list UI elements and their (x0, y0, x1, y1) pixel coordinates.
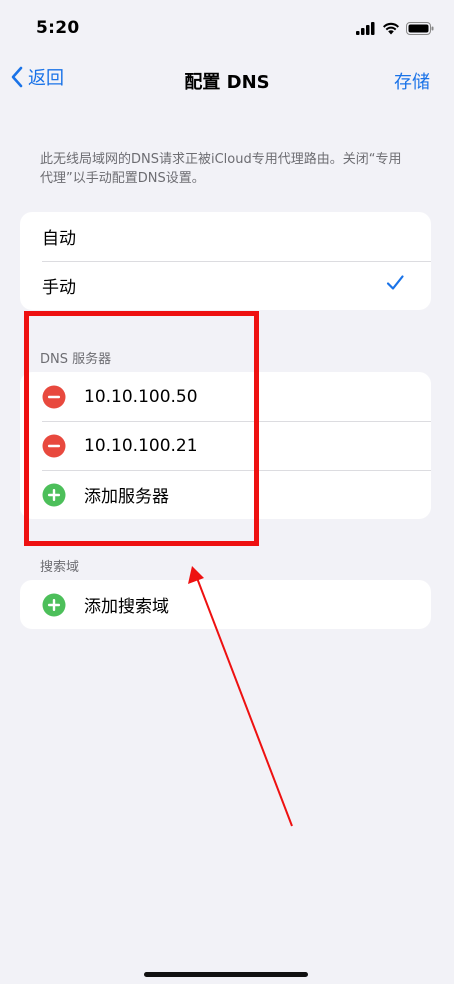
dns-servers-header: DNS 服务器 (40, 352, 112, 367)
battery-icon (406, 22, 434, 35)
dns-server-row[interactable]: 10.10.100.50 (20, 372, 431, 421)
delete-server-button[interactable] (42, 385, 66, 409)
status-icons (356, 22, 434, 35)
search-domains-header: 搜索域 (40, 560, 80, 575)
status-bar: 5:20 (0, 0, 454, 60)
dns-hint-text: 此无线局域网的DNS请求正被iCloud专用代理路由。关闭“专用代理”以手动配置… (40, 152, 402, 186)
add-circle-icon (42, 483, 66, 506)
mode-option-auto[interactable]: 自动 (20, 212, 431, 261)
add-search-domain-label: 添加搜索域 (84, 597, 169, 617)
mode-option-label: 手动 (42, 278, 76, 298)
nav-bar: 返回 配置 DNS 存储 (0, 60, 454, 100)
remove-circle-icon (42, 434, 66, 457)
dns-server-address[interactable]: 10.10.100.50 (84, 387, 198, 407)
remove-circle-icon (42, 385, 66, 408)
add-server-button[interactable]: 添加服务器 (20, 470, 431, 519)
add-circle-icon (42, 593, 66, 616)
home-indicator (144, 972, 308, 977)
dns-server-row[interactable]: 10.10.100.21 (20, 421, 431, 470)
dns-mode-group: 自动 手动 (20, 212, 431, 310)
checkmark-icon (386, 275, 404, 290)
page-title: 配置 DNS (184, 72, 270, 93)
mode-option-manual[interactable]: 手动 (20, 261, 431, 310)
add-server-label: 添加服务器 (84, 487, 169, 507)
save-button[interactable]: 存储 (394, 68, 430, 94)
dns-server-address[interactable]: 10.10.100.21 (84, 436, 198, 456)
search-domains-group: 添加搜索域 (20, 580, 431, 629)
add-search-domain-button[interactable]: 添加搜索域 (20, 580, 431, 629)
delete-server-button[interactable] (42, 434, 66, 458)
mode-option-label: 自动 (42, 229, 76, 249)
status-time: 5:20 (36, 18, 80, 38)
wifi-icon (383, 22, 399, 35)
dns-servers-group: 10.10.100.50 10.10.100.21 添加服务器 (20, 372, 431, 519)
cellular-signal-icon (356, 22, 375, 35)
